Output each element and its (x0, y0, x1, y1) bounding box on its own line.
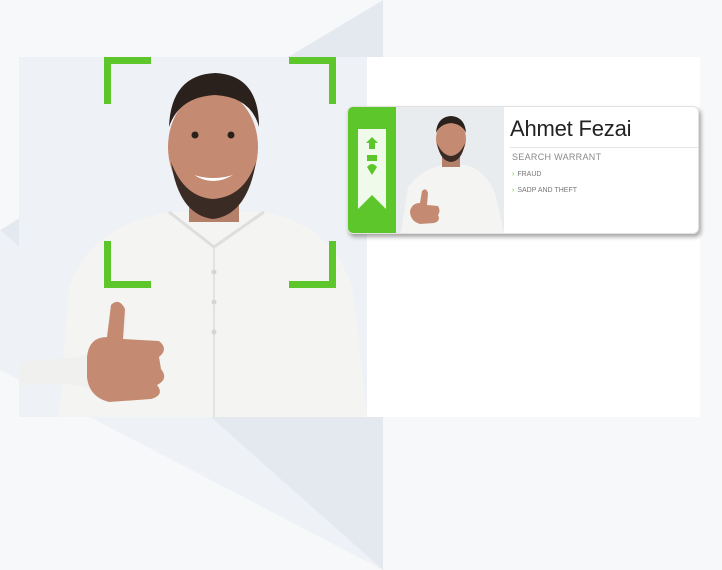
profile-card[interactable]: Ahmet Fezai SEARCH WARRANT › FRAUD › SADP … (347, 106, 699, 234)
emblem-bookmark-icon (358, 129, 386, 209)
list-item: › FRAUD (512, 171, 541, 178)
scan-corner-top-left (104, 57, 151, 104)
card-body: Ahmet Fezai SEARCH WARRANT › FRAUD › SADP … (510, 107, 698, 233)
list-item-label: FRAUD (517, 171, 542, 178)
list-item: › SADP AND THEFT (512, 187, 577, 194)
card-photo (396, 107, 504, 233)
face-scan-photo (19, 57, 367, 417)
person-image (19, 73, 367, 417)
scan-corner-bottom-right (289, 241, 336, 288)
scan-corner-top-right (289, 57, 336, 104)
scan-corner-bottom-left (104, 241, 151, 288)
chevron-right-icon: › (512, 171, 515, 178)
card-side-band (348, 107, 396, 233)
list-item-label: SADP AND THEFT (517, 187, 577, 194)
chevron-right-icon: › (512, 187, 515, 194)
card-subtitle: SEARCH WARRANT (512, 152, 602, 162)
person-name: Ahmet Fezai (510, 116, 632, 141)
divider (510, 147, 698, 148)
